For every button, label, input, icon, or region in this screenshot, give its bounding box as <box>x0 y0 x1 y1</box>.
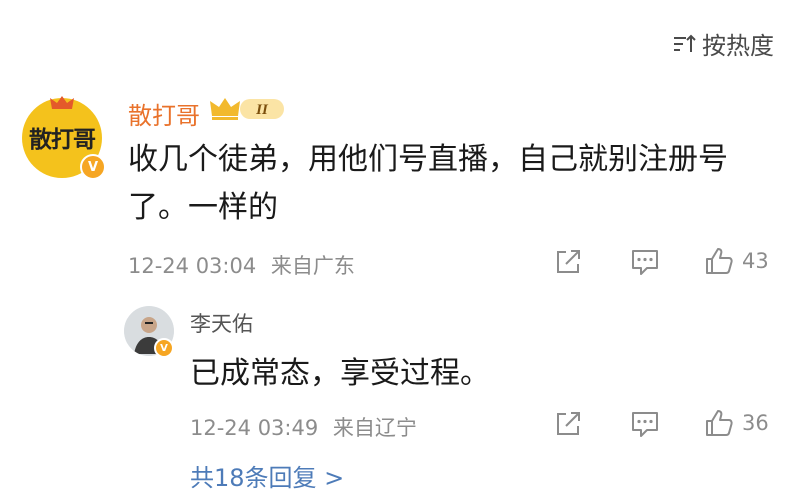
reply-text: 已成常态，享受过程。 <box>190 356 490 391</box>
reply-share-button[interactable] <box>554 410 582 438</box>
share-icon <box>557 250 580 273</box>
share-icon <box>557 412 580 435</box>
reply-meta: 12-24 03:49 来自辽宁 <box>190 412 417 442</box>
view-replies-link[interactable]: 共18条回复 > <box>190 458 344 493</box>
verified-badge: V <box>80 154 106 180</box>
crown-icon <box>50 96 74 109</box>
sort-label: 按热度 <box>702 32 774 60</box>
vip-level: II <box>255 102 269 118</box>
verified-badge: V <box>154 338 174 358</box>
vip-crown-badge[interactable]: II <box>210 96 288 122</box>
reply-source: 来自辽宁 <box>332 416 417 440</box>
reply-like-button[interactable]: 36 <box>704 408 769 438</box>
comment-icon <box>632 250 658 275</box>
comment-text: 收几个徒弟，用他们号直播，自己就别注册号了。一样的 <box>128 142 728 225</box>
comment-source: 来自广东 <box>270 254 355 278</box>
share-button[interactable] <box>554 248 582 276</box>
like-button[interactable]: 43 <box>704 246 769 276</box>
comment-icon <box>632 412 658 437</box>
sort-by-heat-button[interactable]: 按热度 <box>672 26 774 61</box>
avatar-text: 散打哥 <box>29 127 96 153</box>
reply-time: 12-24 03:49 <box>190 416 319 440</box>
sort-icon <box>674 34 696 52</box>
reply-comment-button[interactable] <box>630 410 660 438</box>
comment-button[interactable] <box>630 248 660 276</box>
comment-time: 12-24 03:04 <box>128 254 257 278</box>
like-icon <box>706 410 733 436</box>
comment-username[interactable]: 散打哥 <box>128 96 200 131</box>
avatar[interactable]: 散打哥 V <box>22 96 106 180</box>
reply-avatar[interactable]: V <box>124 306 174 358</box>
reply-like-count: 36 <box>742 411 769 435</box>
like-icon <box>706 248 733 274</box>
comment-meta: 12-24 03:04 来自广东 <box>128 250 355 280</box>
like-count: 43 <box>742 249 769 273</box>
reply-username[interactable]: 李天佑 <box>190 308 253 338</box>
